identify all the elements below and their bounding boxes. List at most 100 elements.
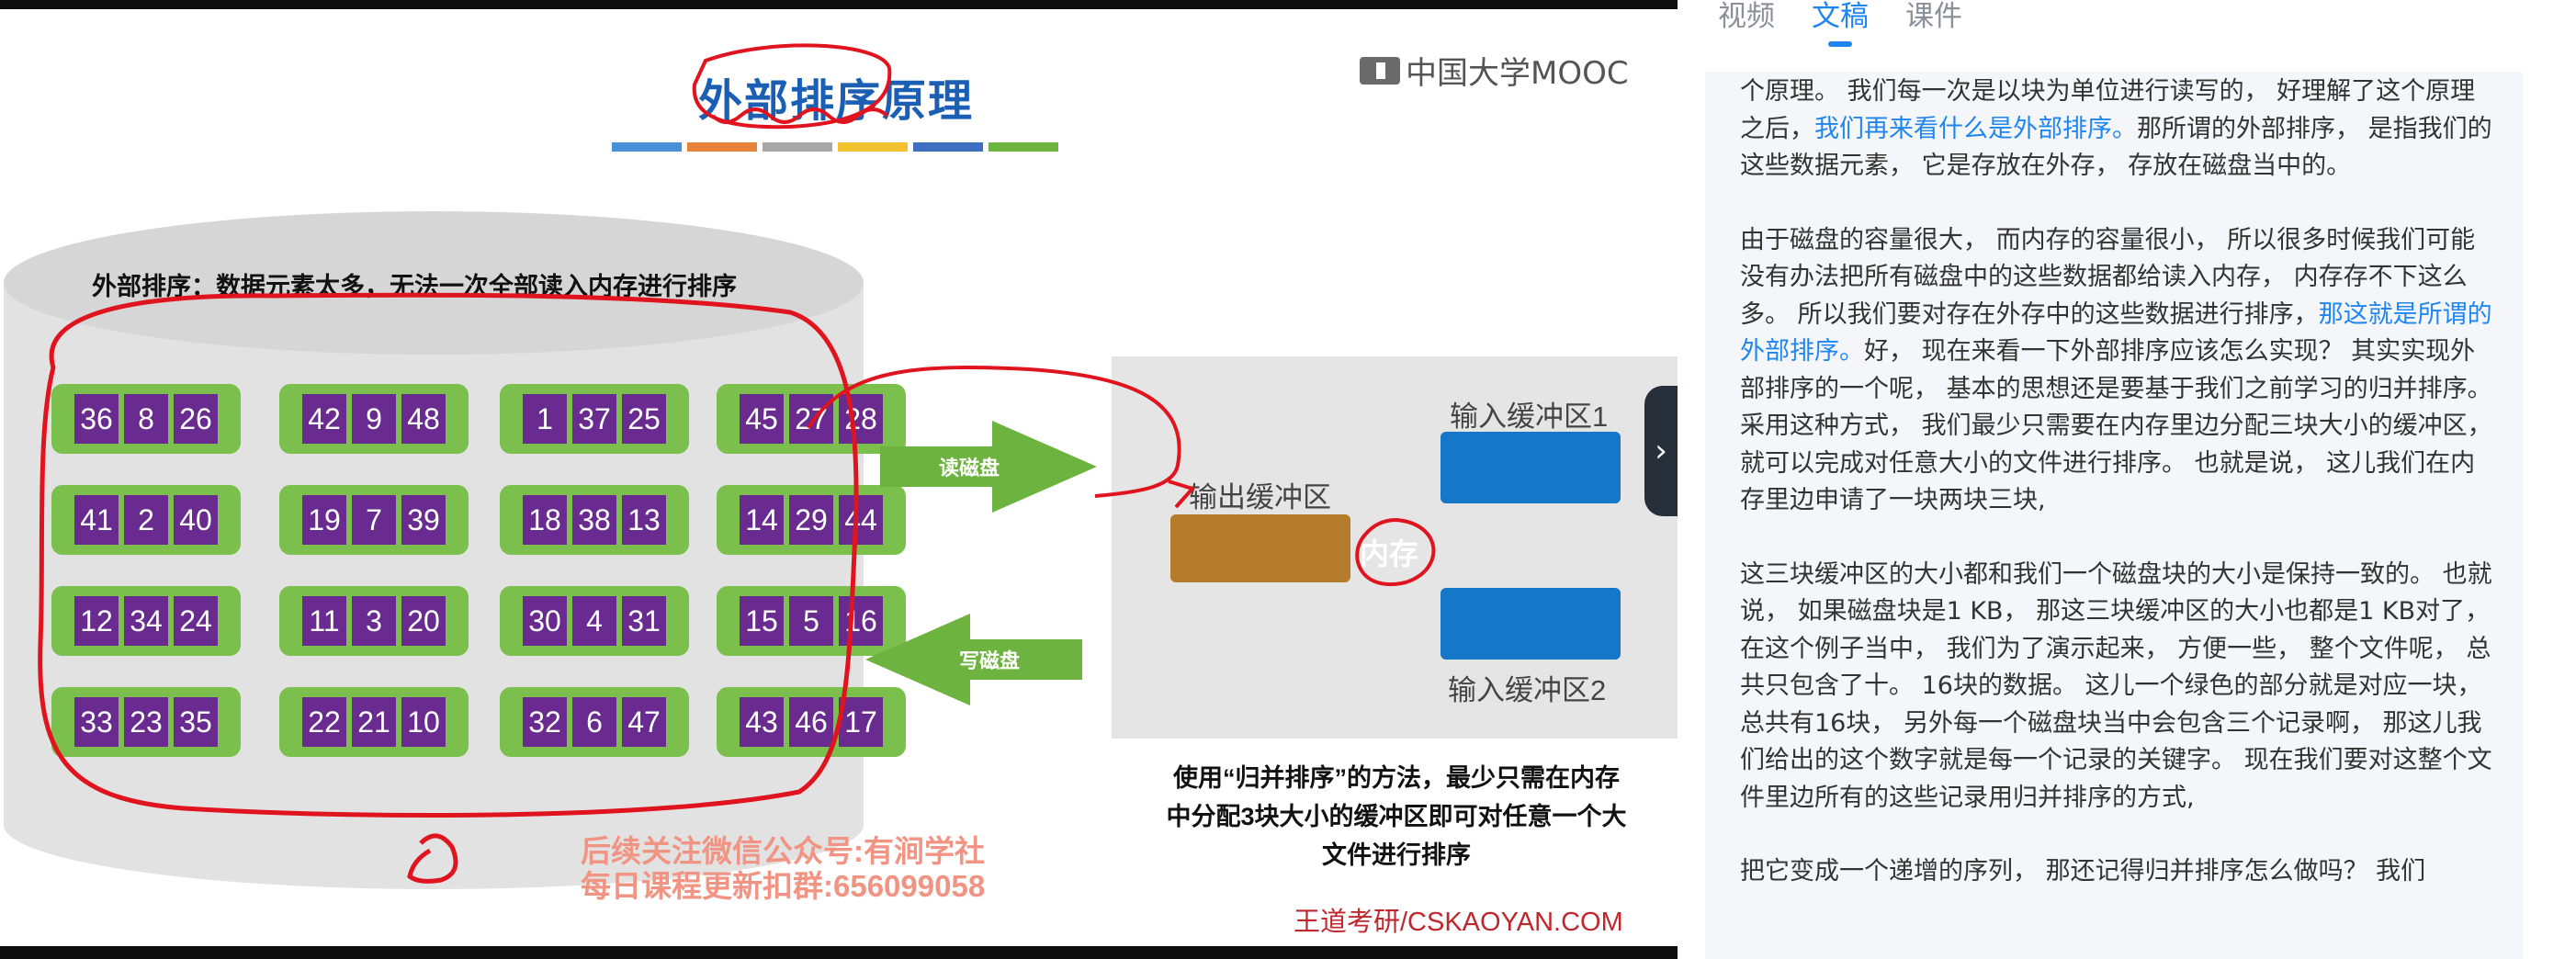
disk-block: 1 37 25 xyxy=(500,384,689,454)
transcript-highlight[interactable]: 我们再来看什么是外部排序。 xyxy=(1814,115,2137,143)
input-buffer-2 xyxy=(1441,588,1621,660)
record-key: 15 xyxy=(740,596,784,646)
title-color-segment xyxy=(838,142,908,152)
disk-block: 33 23 35 xyxy=(51,687,241,757)
slide-title: 外部排序原理 xyxy=(698,75,975,127)
record-key: 12 xyxy=(74,596,119,646)
record-key: 43 xyxy=(740,697,784,747)
record-key: 37 xyxy=(572,394,616,444)
record-key: 4 xyxy=(572,596,616,646)
transcript-paragraph: 这三块缓冲区的大小都和我们一个磁盘块的大小是保持一致的。 也就说， 如果磁盘块是… xyxy=(1740,559,2492,812)
record-key: 42 xyxy=(302,394,346,444)
record-key: 45 xyxy=(740,394,784,444)
write-disk-label: 写磁盘 xyxy=(959,649,1021,672)
disk-block: 18 38 13 xyxy=(500,485,689,555)
output-buffer-label: 输出缓冲区 xyxy=(1189,481,1331,513)
disk-block: 14 29 44 xyxy=(717,485,906,555)
disk-block: 41 2 40 xyxy=(51,485,241,555)
record-key: 24 xyxy=(174,596,218,646)
title-color-segment xyxy=(763,142,832,152)
record-key: 5 xyxy=(789,596,833,646)
record-key: 46 xyxy=(789,697,833,747)
video-player[interactable]: 外部排序原理 中国大学MOOC 外部排序：数据元素太多，无法一次全部读入内存进行… xyxy=(0,0,1678,959)
next-slide-button[interactable]: › xyxy=(1644,386,1678,516)
slide-text-line: 中分配3块大小的缓冲区即可对任意一个大 xyxy=(1166,803,1627,830)
mooc-book-icon xyxy=(1360,56,1400,85)
disk-block: 45 27 28 xyxy=(717,384,906,454)
record-key: 30 xyxy=(523,596,567,646)
title-color-segment xyxy=(687,142,757,152)
title-color-segment xyxy=(612,142,682,152)
record-key: 21 xyxy=(352,697,396,747)
watermark: 后续关注微信公众号:有涧学社 每日课程更新扣群:656099058 xyxy=(581,834,985,904)
disk-block: 19 7 39 xyxy=(279,485,469,555)
chevron-right-icon: › xyxy=(1655,433,1667,469)
title-color-segment xyxy=(989,142,1058,152)
tab-courseware[interactable]: 课件 xyxy=(1905,0,1962,34)
record-key: 18 xyxy=(523,495,567,545)
disk-block: 32 6 47 xyxy=(500,687,689,757)
transcript-content[interactable]: 个原理。 我们每一次是以块为单位进行读写的， 好理解了这个原理之后，我们再来看什… xyxy=(1705,72,2523,959)
credit-text: 王道考研/CSKAOYAN.COM xyxy=(1294,908,1623,937)
record-key: 8 xyxy=(124,394,168,444)
record-key: 13 xyxy=(622,495,666,545)
record-key: 9 xyxy=(352,394,396,444)
record-key: 10 xyxy=(401,697,446,747)
record-key: 40 xyxy=(174,495,218,545)
panel-tabs: 视频 文稿 课件 xyxy=(1718,0,1962,47)
transcript-paragraph: 个原理。 我们每一次是以块为单位进行读写的， 好理解了这个原理之后，我们再来看什… xyxy=(1740,77,2492,180)
title-color-segment xyxy=(913,142,983,152)
record-key: 48 xyxy=(401,394,446,444)
record-key: 31 xyxy=(622,596,666,646)
record-key: 28 xyxy=(839,394,883,444)
record-key: 11 xyxy=(302,596,346,646)
tab-video[interactable]: 视频 xyxy=(1718,0,1775,34)
input-buffer-2-label: 输入缓冲区2 xyxy=(1448,674,1607,706)
record-key: 41 xyxy=(74,495,119,545)
video-bottom-edge xyxy=(0,946,1678,959)
record-key: 36 xyxy=(74,394,119,444)
record-key: 23 xyxy=(124,697,168,747)
record-key: 35 xyxy=(174,697,218,747)
record-key: 29 xyxy=(789,495,833,545)
record-key: 38 xyxy=(572,495,616,545)
record-key: 34 xyxy=(124,596,168,646)
disk-block: 42 9 48 xyxy=(279,384,469,454)
watermark-line-2: 每日课程更新扣群:656099058 xyxy=(581,869,986,903)
slide-text-line: 文件进行排序 xyxy=(1322,841,1471,869)
record-key: 1 xyxy=(523,394,567,444)
record-key: 6 xyxy=(572,697,616,747)
record-key: 2 xyxy=(124,495,168,545)
disk-block: 36 8 26 xyxy=(51,384,241,454)
slide-text-line: 使用“归并排序”的方法，最少只需在内存 xyxy=(1173,764,1620,792)
input-buffer-1 xyxy=(1441,432,1621,503)
mooc-logo: 中国大学MOOC xyxy=(1360,48,1629,93)
transcript-paragraph: 把它变成一个递增的序列， 那还记得归并排序怎么做吗？ 我们 xyxy=(1740,857,2426,886)
slide-explanation: 使用“归并排序”的方法，最少只需在内存 中分配3块大小的缓冲区即可对任意一个大 … xyxy=(1139,759,1654,874)
transcript-paragraph: 由于磁盘的容量很大， 而内存的容量很小， 所以很多时候我们可能没有办法把所有磁盘… xyxy=(1740,225,2492,515)
disk-block: 30 4 31 xyxy=(500,586,689,656)
record-key: 20 xyxy=(401,596,446,646)
memory-label: 内存 xyxy=(1360,536,1419,571)
transcript-panel: 视频 文稿 课件 个原理。 我们每一次是以块为单位进行读写的， 好理解了这个原理… xyxy=(1678,0,2576,959)
record-key: 32 xyxy=(523,697,567,747)
record-key: 19 xyxy=(302,495,346,545)
read-disk-label: 读磁盘 xyxy=(939,457,1000,480)
output-buffer xyxy=(1170,514,1350,582)
input-buffer-1-label: 输入缓冲区1 xyxy=(1450,401,1609,433)
record-key: 7 xyxy=(352,495,396,545)
record-key: 25 xyxy=(622,394,666,444)
video-top-edge xyxy=(0,0,1678,9)
record-key: 44 xyxy=(839,495,883,545)
disk-block: 12 34 24 xyxy=(51,586,241,656)
record-key: 22 xyxy=(302,697,346,747)
title-color-bar xyxy=(612,142,1058,152)
disk-block: 11 3 20 xyxy=(279,586,469,656)
disk-caption: 外部排序：数据元素太多，无法一次全部读入内存进行排序 xyxy=(92,273,737,300)
disk-block: 22 21 10 xyxy=(279,687,469,757)
active-tab-indicator xyxy=(1828,41,1852,47)
tab-transcript[interactable]: 文稿 xyxy=(1812,0,1869,47)
record-key: 33 xyxy=(74,697,119,747)
record-key: 47 xyxy=(622,697,666,747)
tab-transcript-label: 文稿 xyxy=(1812,0,1869,33)
